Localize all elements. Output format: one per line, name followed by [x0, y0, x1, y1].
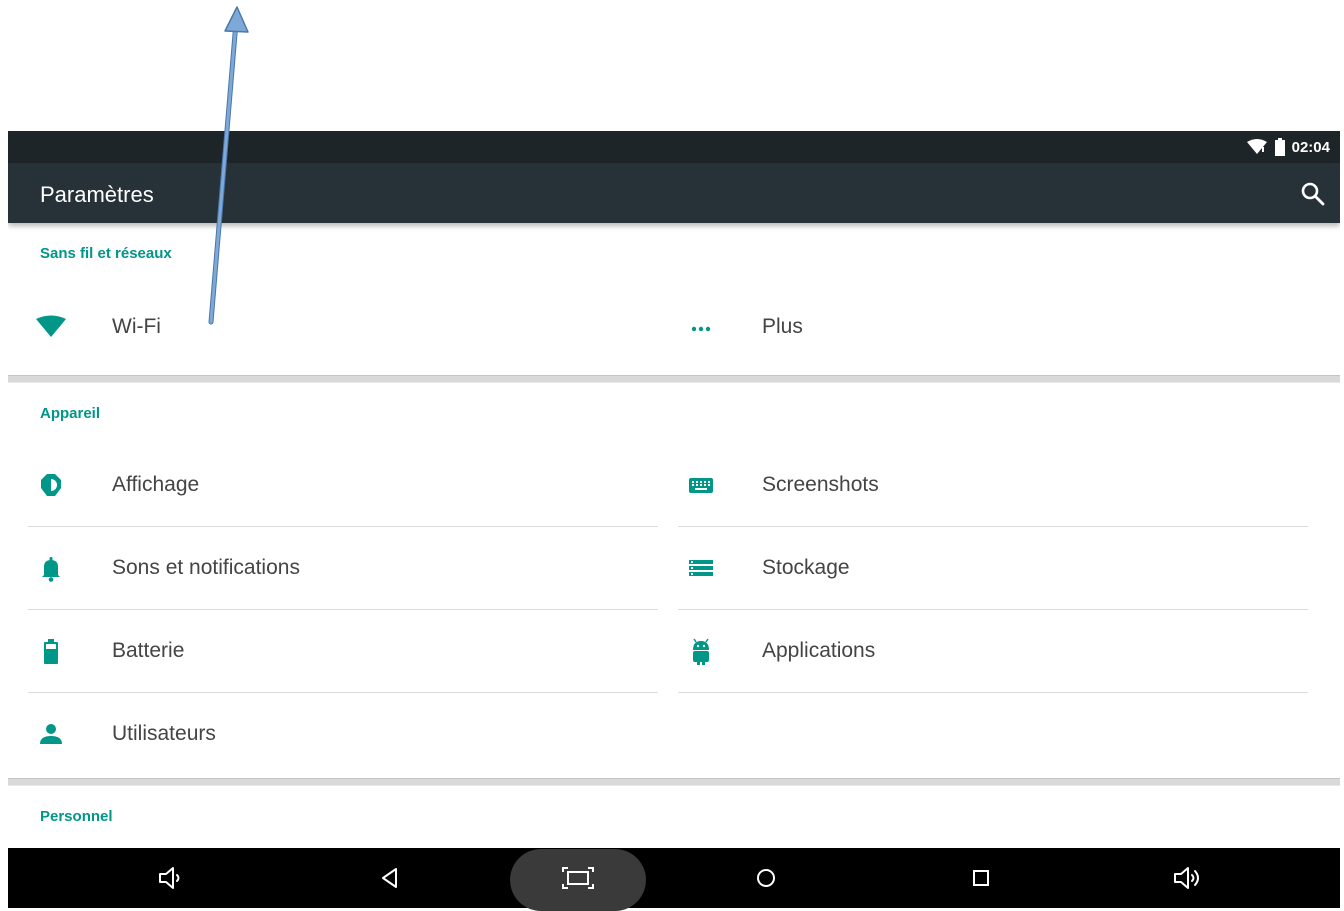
setting-more[interactable]: Plus	[678, 286, 1308, 369]
setting-label: Wi-Fi	[112, 315, 161, 338]
setting-label: Applications	[762, 639, 876, 662]
back-icon	[382, 868, 397, 888]
volume-up-button[interactable]	[1154, 848, 1224, 908]
section-divider	[8, 778, 1340, 786]
home-icon	[757, 869, 775, 887]
setting-label: Stockage	[762, 556, 850, 579]
status-icons: 02:04	[1246, 131, 1330, 163]
setting-label: Sons et notifications	[112, 556, 300, 579]
setting-sounds[interactable]: Sons et notifications	[28, 527, 658, 610]
settings-screen: 02:04 Paramètres Sans fil et réseaux Wi-…	[8, 131, 1340, 848]
section-header: Appareil	[40, 405, 101, 422]
settings-list: Sans fil et réseaux Wi-Fi Plus Appareil	[8, 223, 1340, 848]
navigation-bar	[8, 848, 1340, 911]
setting-label: Batterie	[112, 639, 185, 662]
person-icon	[36, 720, 66, 750]
battery-icon	[1274, 138, 1286, 156]
keyboard-icon	[686, 471, 716, 501]
setting-label: Utilisateurs	[112, 722, 216, 745]
setting-wifi[interactable]: Wi-Fi	[28, 286, 658, 369]
bell-icon	[36, 554, 66, 584]
section-divider	[8, 375, 1340, 383]
setting-display[interactable]: Affichage	[28, 444, 658, 527]
volume-down-button[interactable]	[137, 848, 207, 908]
section-wireless: Sans fil et réseaux Wi-Fi Plus	[8, 223, 1340, 375]
section-header: Sans fil et réseaux	[40, 245, 172, 262]
app-bar: Paramètres	[8, 163, 1340, 223]
recents-icon	[973, 870, 989, 886]
setting-label: Plus	[762, 315, 803, 338]
search-icon	[1301, 182, 1325, 206]
home-button[interactable]	[731, 848, 801, 908]
section-header: Personnel	[40, 808, 113, 825]
volume-down-icon	[159, 867, 180, 889]
status-bar: 02:04	[8, 131, 1340, 163]
search-button[interactable]	[1300, 181, 1326, 207]
setting-label: Affichage	[112, 473, 200, 496]
volume-up-icon	[1174, 867, 1199, 889]
setting-battery[interactable]: Batterie	[28, 610, 658, 693]
setting-applications[interactable]: Applications	[678, 610, 1308, 693]
screenshot-icon	[562, 867, 594, 889]
setting-storage[interactable]: Stockage	[678, 527, 1308, 610]
more-icon	[686, 313, 716, 343]
setting-users[interactable]: Utilisateurs	[28, 693, 658, 776]
setting-label: Screenshots	[762, 473, 879, 496]
status-time: 02:04	[1291, 138, 1330, 156]
section-personal: Personnel	[8, 786, 1340, 848]
wifi-icon	[1246, 139, 1268, 155]
back-button[interactable]	[355, 848, 425, 908]
wifi-icon	[36, 313, 66, 343]
section-device: Appareil Affichage Screenshots Sons et n…	[8, 383, 1340, 778]
brightness-icon	[36, 471, 66, 501]
storage-icon	[686, 554, 716, 584]
recents-button[interactable]	[946, 848, 1016, 908]
page-title: Paramètres	[40, 182, 154, 207]
screenshot-button[interactable]	[543, 848, 613, 908]
battery-icon	[36, 637, 66, 667]
setting-screenshots[interactable]: Screenshots	[678, 444, 1308, 527]
android-icon	[686, 637, 716, 667]
